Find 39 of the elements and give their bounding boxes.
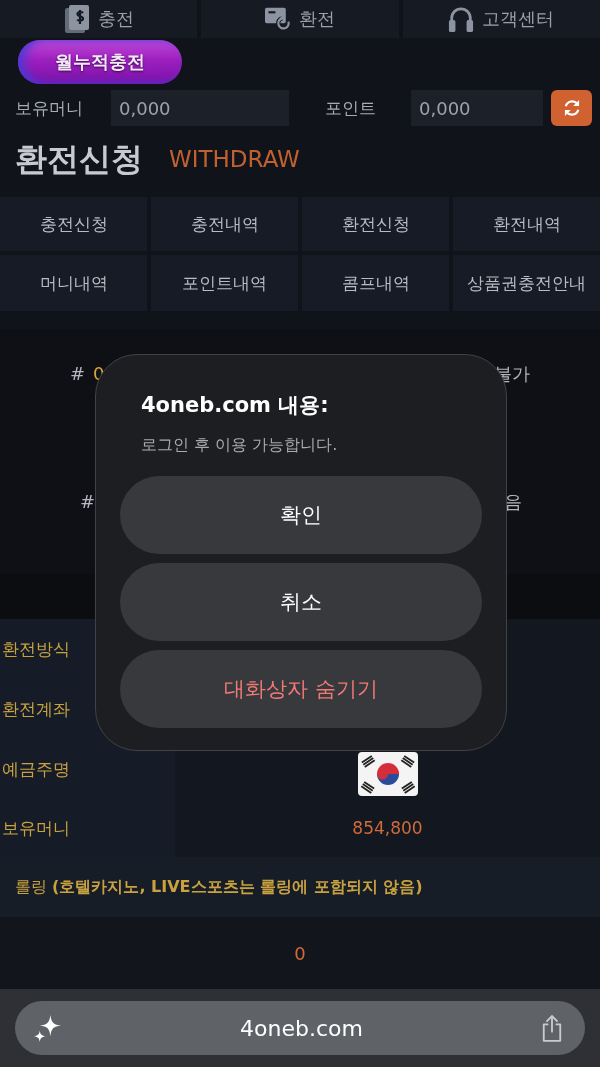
page-title: 환전신청 [15,139,143,180]
headset-icon [448,5,475,33]
balance-field[interactable]: 0,000 [411,90,543,126]
refresh-button[interactable] [551,90,592,126]
notice-marker: # [70,362,86,386]
nav-tab[interactable]: 환전 [201,0,399,38]
menu-tab[interactable]: 충전신청 [0,197,147,251]
notice-text: 음 [504,490,522,514]
menu-tab[interactable]: 머니내역 [0,255,147,311]
nav-tab[interactable]: 고객센터 [402,0,600,38]
balance-field[interactable]: 0,000 [111,90,289,126]
menu-tab[interactable]: 환전신청 [302,197,449,251]
address-bar[interactable]: 4oneb.com [15,1001,585,1055]
menu-tab[interactable]: 환전내역 [453,197,600,251]
menu-tab[interactable]: 콤프내역 [302,255,449,311]
menu-tab[interactable]: 포인트내역 [151,255,298,311]
balance-label: 보유머니 [15,96,84,120]
row-label: 보유머니 [0,799,175,857]
notice-marker: # [80,490,96,514]
page-subtitle: WITHDRAW [169,146,300,172]
dialog-message: 로그인 후 이용 가능합니다. [140,434,339,456]
row-label: 예금주명 [0,739,175,799]
dialog-button[interactable]: 취소 [120,563,482,641]
promo-button[interactable]: 월누적충전 [18,40,182,84]
balance-label: 포인트 [325,96,377,120]
rolling-value: 0 [294,942,306,964]
dialog-button[interactable]: 확인 [120,476,482,554]
exchange-icon [265,5,291,33]
rolling-label: 롤링 (호텔카지노, LIVE스포츠는 롤링에 포함되지 않음) [15,876,423,898]
hide-dialog-button[interactable]: 대화상자 숨기기 [120,650,482,728]
dialog-title: 4oneb.com 내용: [140,392,330,418]
sparkle-icon[interactable] [33,1013,62,1043]
amount-text: 854,800 [352,818,423,838]
menu-tab[interactable]: 충전내역 [151,197,298,251]
url-text: 4oneb.com [240,1015,363,1041]
nav-tab[interactable]: 충전 [0,0,198,38]
dollar-card-icon [63,5,90,33]
share-icon[interactable] [541,1014,563,1042]
menu-tab[interactable]: 상품권충전안내 [453,255,600,311]
